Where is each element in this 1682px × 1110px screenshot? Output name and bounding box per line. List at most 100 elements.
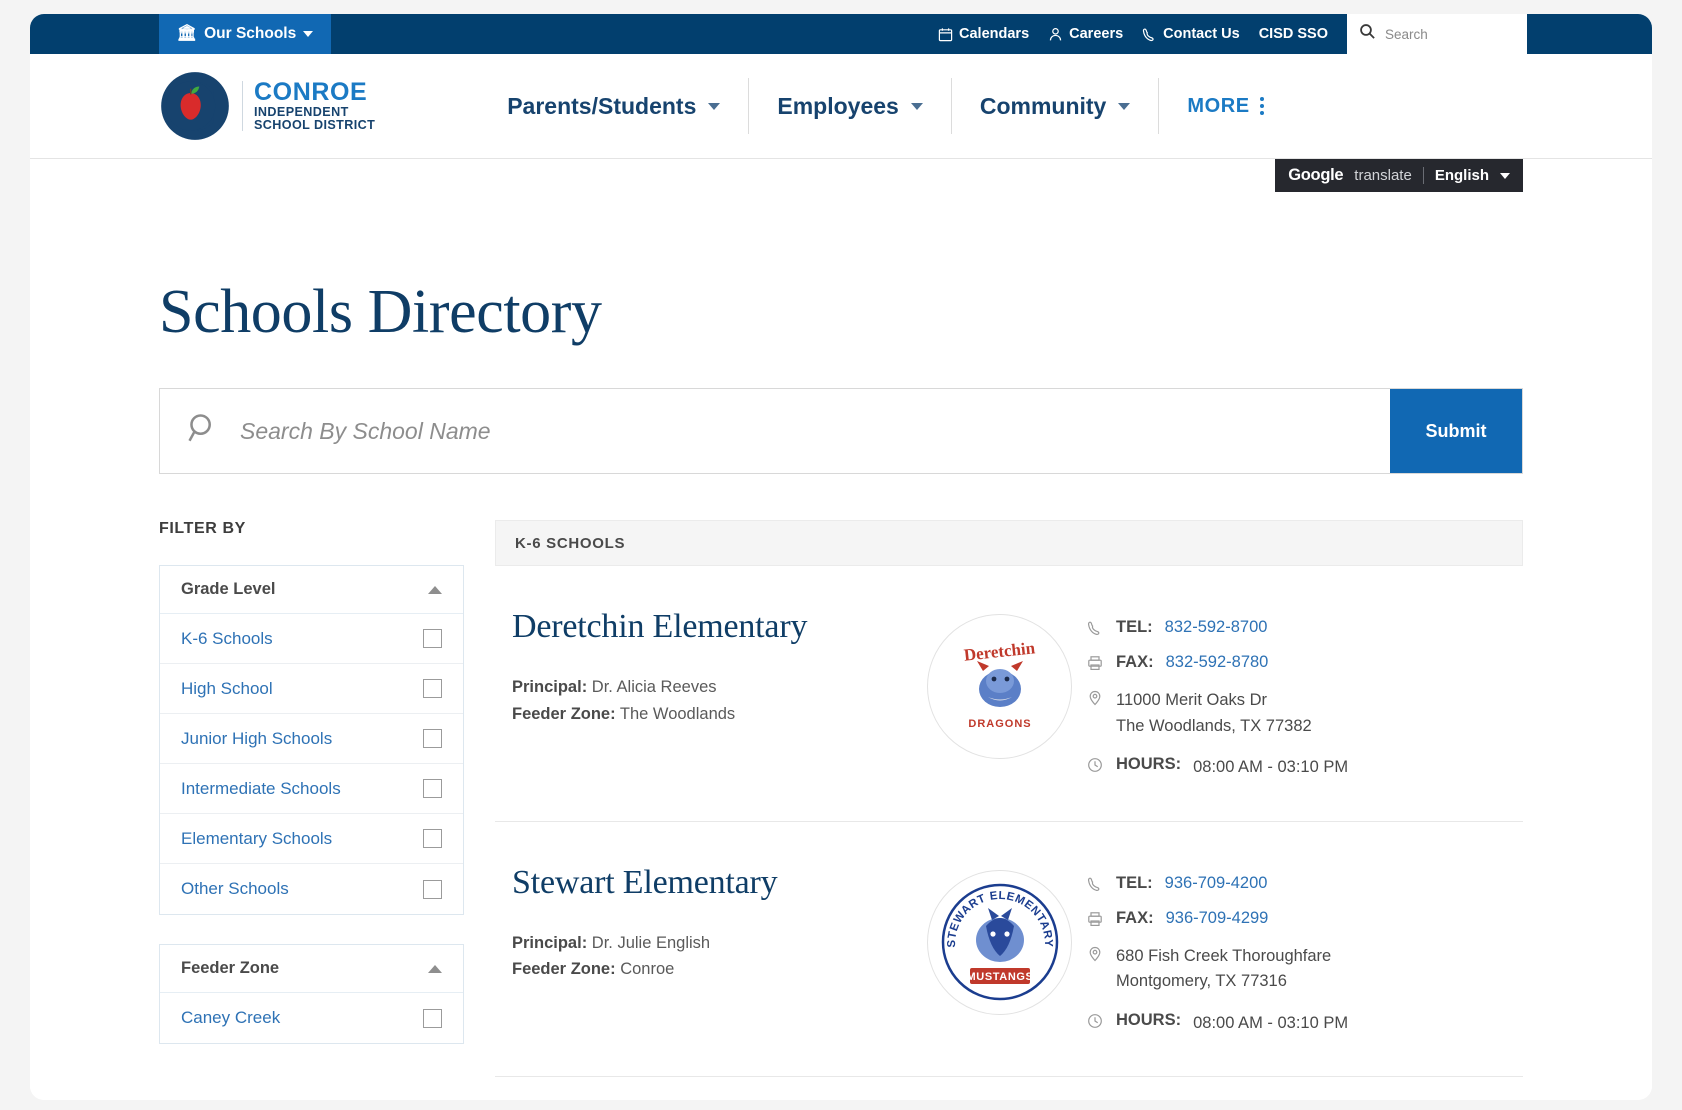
utility-link-contact-us[interactable]: Contact Us <box>1142 26 1240 42</box>
utility-link-careers[interactable]: Careers <box>1048 26 1123 42</box>
nav-item-employees[interactable]: Employees <box>749 78 952 134</box>
filter-group-grade-level: Grade Level K-6 Schools High School Juni… <box>159 565 464 915</box>
page-title: Schools Directory <box>159 278 602 346</box>
header-search-input[interactable] <box>1385 26 1505 42</box>
school-search-bar: Submit <box>159 388 1523 474</box>
chevron-up-icon <box>428 585 442 594</box>
school-name-link[interactable]: Deretchin Elementary <box>512 608 912 646</box>
person-icon <box>1048 27 1063 42</box>
address-line-2: Montgomery, TX 77316 <box>1116 972 1287 991</box>
nav-item-label: Employees <box>777 92 899 119</box>
school-search-input[interactable] <box>240 417 1390 445</box>
filter-option-junior-high-schools[interactable]: Junior High Schools <box>160 714 463 764</box>
google-translate-widget[interactable]: Google translate English <box>1275 159 1523 192</box>
school-search-field[interactable] <box>160 389 1390 473</box>
school-contact: TEL: 936-709-4200 FAX: 936-709-4299 680 … <box>1087 864 1523 1037</box>
phone-icon <box>1087 618 1104 636</box>
nav-item-community[interactable]: Community <box>952 78 1160 134</box>
nav-more-button[interactable]: MORE <box>1159 95 1264 118</box>
header-search-box[interactable] <box>1347 14 1527 54</box>
hours-value: 08:00 AM - 03:10 PM <box>1193 758 1349 777</box>
logo-line-2: INDEPENDENT <box>254 104 349 119</box>
svg-text:DRAGONS: DRAGONS <box>968 718 1031 730</box>
principal-label: Principal: <box>512 933 588 952</box>
filter-option-label: Intermediate Schools <box>181 778 341 798</box>
nav-item-parents-students[interactable]: Parents/Students <box>479 78 750 134</box>
district-logo[interactable]: CONROE INDEPENDENT SCHOOL DISTRICT <box>159 70 375 142</box>
filter-group-feeder-zone: Feeder Zone Caney Creek <box>159 944 464 1044</box>
tel-value[interactable]: 936-709-4200 <box>1165 874 1268 893</box>
utility-link-calendars[interactable]: Calendars <box>938 26 1029 42</box>
results-column: K-6 SCHOOLS Deretchin Elementary Princip… <box>495 520 1523 1078</box>
filter-group-title: Grade Level <box>181 580 276 598</box>
school-logo: Deretchin DRAGONS <box>912 608 1087 781</box>
nav-item-label: Community <box>979 92 1107 119</box>
printer-icon <box>1087 653 1104 671</box>
school-fax-row: FAX: 936-709-4299 <box>1087 909 1523 928</box>
filter-option-elementary-schools[interactable]: Elementary Schools <box>160 814 463 864</box>
filter-option-label: K-6 Schools <box>181 628 273 648</box>
school-tel-row: TEL: 832-592-8700 <box>1087 618 1523 637</box>
school-card: Deretchin Elementary Principal: Dr. Alic… <box>495 566 1523 822</box>
feeder-zone-label: Feeder Zone: <box>512 704 616 723</box>
translate-language: English <box>1434 167 1489 184</box>
utility-link-cisd-sso[interactable]: CISD SSO <box>1259 26 1328 42</box>
filter-checkbox[interactable] <box>423 729 442 748</box>
filter-option-label: Other Schools <box>181 879 289 898</box>
filter-group-header-grade-level[interactable]: Grade Level <box>160 566 463 614</box>
school-address-row: 680 Fish Creek Thoroughfare Montgomery, … <box>1087 944 1523 995</box>
printer-icon <box>1087 909 1104 927</box>
school-tel-row: TEL: 936-709-4200 <box>1087 874 1523 893</box>
tel-value[interactable]: 832-592-8700 <box>1165 618 1268 637</box>
principal-value: Dr. Alicia Reeves <box>591 678 717 696</box>
dragons-mascot-icon: Deretchin DRAGONS <box>962 638 1036 730</box>
google-wordmark: Google <box>1288 166 1344 184</box>
feeder-zone-label: Feeder Zone: <box>512 960 616 979</box>
filter-option-caney-creek[interactable]: Caney Creek <box>160 993 463 1043</box>
fax-value[interactable]: 832-592-8780 <box>1166 653 1269 672</box>
conroe-logo-icon <box>161 72 229 140</box>
utility-link-label: Calendars <box>959 26 1030 42</box>
submit-button[interactable]: Submit <box>1390 389 1522 473</box>
school-name-link[interactable]: Stewart Elementary <box>512 864 912 902</box>
filter-checkbox[interactable] <box>423 779 442 798</box>
mustangs-mascot-icon: STEWART ELEMENTARY MUSTANGS <box>941 883 1058 1001</box>
clock-icon <box>1087 755 1104 773</box>
fax-label: FAX: <box>1116 653 1154 671</box>
feeder-zone-value: The Woodlands <box>619 704 736 723</box>
bank-icon: 🏛 <box>176 25 198 42</box>
chevron-down-icon <box>910 102 923 110</box>
school-info: Deretchin Elementary Principal: Dr. Alic… <box>512 608 912 781</box>
filter-group-header-feeder-zone[interactable]: Feeder Zone <box>160 945 463 993</box>
logo-line-1: CONROE <box>254 78 368 107</box>
filter-option-k-6-schools[interactable]: K-6 Schools <box>160 614 463 664</box>
filter-checkbox[interactable] <box>423 629 442 648</box>
fax-value[interactable]: 936-709-4299 <box>1166 909 1269 928</box>
directory-body: FILTER BY Grade Level K-6 Schools High S… <box>159 520 1523 1078</box>
masthead: CONROE INDEPENDENT SCHOOL DISTRICT Paren… <box>30 54 1652 159</box>
filter-checkbox[interactable] <box>423 879 442 899</box>
chevron-down-icon <box>1118 102 1131 110</box>
our-schools-button[interactable]: 🏛 Our Schools <box>159 14 331 54</box>
svg-text:MUSTANGS: MUSTANGS <box>966 971 1033 983</box>
clock-icon <box>1087 1011 1104 1029</box>
filter-checkbox[interactable] <box>423 829 442 848</box>
filter-option-other-schools[interactable]: Other Schools <box>160 864 463 914</box>
filter-option-intermediate-schools[interactable]: Intermediate Schools <box>160 764 463 814</box>
school-meta: Principal: Dr. Julie English Feeder Zone… <box>512 930 912 983</box>
browser-window: 🏛 Our Schools Calendars Careers Contact … <box>30 14 1652 1100</box>
principal-label: Principal: <box>512 678 588 696</box>
school-hours-row: HOURS: 08:00 AM - 03:10 PM <box>1087 755 1523 781</box>
school-meta: Principal: Dr. Alicia Reeves Feeder Zone… <box>512 674 912 727</box>
translate-label: translate <box>1354 167 1412 184</box>
filter-checkbox[interactable] <box>423 679 442 698</box>
filter-option-high-school[interactable]: High School <box>160 664 463 714</box>
filter-checkbox[interactable] <box>423 1008 442 1028</box>
translate-row: Google translate English <box>30 159 1652 199</box>
school-hours-row: HOURS: 08:00 AM - 03:10 PM <box>1087 1011 1523 1037</box>
filter-sidebar: FILTER BY Grade Level K-6 Schools High S… <box>159 520 464 1077</box>
school-logo-circle: STEWART ELEMENTARY MUSTANGS <box>927 869 1072 1015</box>
chevron-down-icon <box>708 102 721 110</box>
filter-option-label: Elementary Schools <box>181 828 333 848</box>
utility-bar: 🏛 Our Schools Calendars Careers Contact … <box>30 14 1652 54</box>
